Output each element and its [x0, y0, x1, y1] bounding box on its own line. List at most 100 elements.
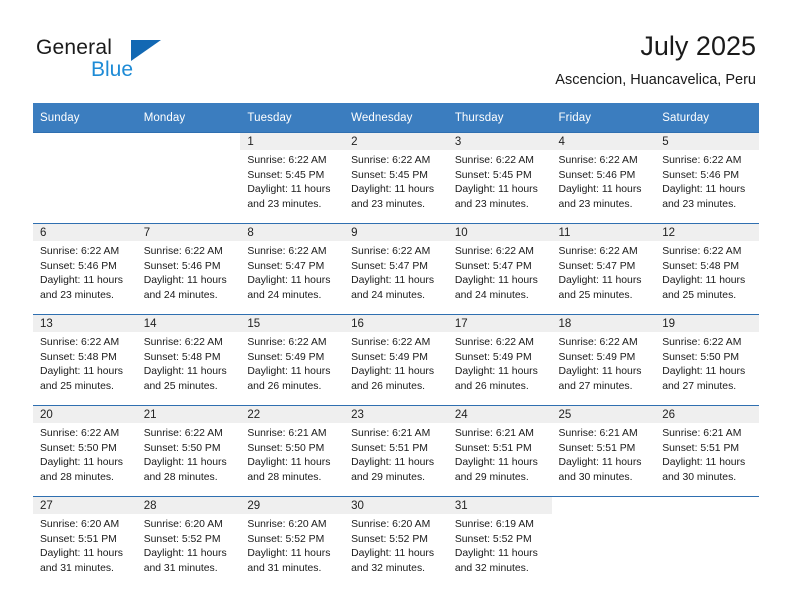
calendar-day-cell[interactable]: 7 Sunrise: 6:22 AM Sunset: 5:46 PM Daylight… — [136, 223, 241, 315]
day-number: 18 — [551, 315, 656, 332]
weekday-header-wednesday: Wednesday — [344, 103, 448, 133]
daylight-duration-line1: Daylight: 11 hours — [40, 366, 123, 378]
calendar-day-cell[interactable]: 6 Sunrise: 6:22 AM Sunset: 5:46 PM Daylight… — [33, 223, 137, 315]
calendar-week-row: 1 Sunrise: 6:22 AM Sunset: 5:45 PM Daylight… — [33, 132, 759, 224]
calendar-day-cell[interactable]: 14 Sunrise: 6:22 AM Sunset: 5:48 PM Dayligh… — [136, 314, 241, 406]
sunset-time: Sunset: 5:45 PM — [247, 169, 325, 181]
daylight-duration-line2: and 26 minutes. — [247, 380, 322, 392]
day-details: Sunrise: 6:21 AM Sunset: 5:51 PM Daylight:… — [448, 423, 552, 485]
weekday-header-tuesday: Tuesday — [240, 103, 345, 133]
calendar-day-cell[interactable]: 9 Sunrise: 6:22 AM Sunset: 5:47 PM Daylight… — [344, 223, 448, 315]
calendar-week-row: 13 Sunrise: 6:22 AM Sunset: 5:48 PM Dayligh… — [33, 314, 759, 406]
day-number: 4 — [551, 133, 656, 150]
calendar-day-cell[interactable]: 28 Sunrise: 6:20 AM Sunset: 5:52 PM Dayligh… — [136, 496, 241, 587]
calendar-day-cell[interactable]: 20 Sunrise: 6:22 AM Sunset: 5:50 PM Dayligh… — [33, 405, 137, 497]
day-number: 11 — [551, 224, 656, 241]
daylight-duration-line1: Daylight: 11 hours — [454, 457, 538, 469]
calendar-day-cell-empty — [136, 132, 241, 224]
day-details: Sunrise: 6:21 AM Sunset: 5:50 PM Daylight:… — [240, 423, 344, 485]
daylight-duration-line2: and 28 minutes. — [40, 471, 114, 483]
day-details: Sunrise: 6:22 AM Sunset: 5:47 PM Daylight:… — [448, 241, 552, 303]
sunset-time: Sunset: 5:49 PM — [558, 351, 636, 363]
calendar-day-cell[interactable]: 30 Sunrise: 6:20 AM Sunset: 5:52 PM Dayligh… — [344, 496, 448, 587]
sunset-time: Sunset: 5:50 PM — [662, 351, 740, 363]
sunrise-time: Sunrise: 6:22 AM — [558, 155, 638, 166]
sunrise-time: Sunrise: 6:21 AM — [558, 428, 638, 439]
sunset-time: Sunset: 5:46 PM — [40, 260, 117, 272]
day-number: 31 — [447, 497, 552, 514]
calendar-day-cell[interactable]: 16 Sunrise: 6:22 AM Sunset: 5:49 PM Dayligh… — [344, 314, 448, 406]
day-number — [33, 133, 137, 150]
daylight-duration-line2: and 25 minutes. — [662, 289, 737, 301]
calendar-day-cell[interactable]: 25 Sunrise: 6:21 AM Sunset: 5:51 PM Dayligh… — [551, 405, 656, 497]
daylight-duration-line1: Daylight: 11 hours — [247, 366, 331, 378]
calendar-day-cell[interactable]: 23 Sunrise: 6:21 AM Sunset: 5:51 PM Dayligh… — [344, 405, 448, 497]
sunset-time: Sunset: 5:47 PM — [247, 260, 325, 272]
sunrise-time: Sunrise: 6:21 AM — [247, 428, 327, 439]
calendar-day-cell[interactable]: 31 Sunrise: 6:19 AM Sunset: 5:52 PM Dayligh… — [447, 496, 552, 587]
sunrise-time: Sunrise: 6:22 AM — [454, 155, 534, 166]
daylight-duration-line2: and 23 minutes. — [662, 198, 737, 210]
calendar-day-cell[interactable]: 8 Sunrise: 6:22 AM Sunset: 5:47 PM Daylight… — [240, 223, 345, 315]
calendar-day-cell[interactable]: 1 Sunrise: 6:22 AM Sunset: 5:45 PM Daylight… — [240, 132, 345, 224]
day-details: Sunrise: 6:22 AM Sunset: 5:47 PM Daylight:… — [344, 241, 448, 303]
day-number: 28 — [136, 497, 241, 514]
calendar-day-cell[interactable]: 11 Sunrise: 6:22 AM Sunset: 5:47 PM Dayligh… — [551, 223, 656, 315]
day-number: 25 — [551, 406, 656, 423]
day-number: 20 — [33, 406, 137, 423]
daylight-duration-line2: and 27 minutes. — [662, 380, 737, 392]
sunrise-time: Sunrise: 6:22 AM — [662, 155, 742, 166]
daylight-duration-line2: and 23 minutes. — [454, 198, 529, 210]
sunset-time: Sunset: 5:52 PM — [143, 533, 221, 545]
daylight-duration-line1: Daylight: 11 hours — [662, 275, 746, 287]
calendar-day-cell[interactable]: 3 Sunrise: 6:22 AM Sunset: 5:45 PM Daylight… — [447, 132, 552, 224]
sunrise-time: Sunrise: 6:20 AM — [143, 519, 223, 530]
sunrise-time: Sunrise: 6:22 AM — [662, 337, 742, 348]
calendar-day-cell[interactable]: 19 Sunrise: 6:22 AM Sunset: 5:50 PM Dayligh… — [655, 314, 759, 406]
calendar-day-cell[interactable]: 5 Sunrise: 6:22 AM Sunset: 5:46 PM Daylight… — [655, 132, 759, 224]
calendar-day-cell[interactable]: 2 Sunrise: 6:22 AM Sunset: 5:45 PM Daylight… — [344, 132, 448, 224]
daylight-duration-line2: and 25 minutes. — [558, 289, 633, 301]
calendar-day-cell[interactable]: 10 Sunrise: 6:22 AM Sunset: 5:47 PM Dayligh… — [447, 223, 552, 315]
sunrise-time: Sunrise: 6:22 AM — [40, 246, 120, 257]
calendar-day-cell[interactable]: 29 Sunrise: 6:20 AM Sunset: 5:52 PM Dayligh… — [240, 496, 345, 587]
calendar-day-cell[interactable]: 21 Sunrise: 6:22 AM Sunset: 5:50 PM Dayligh… — [136, 405, 241, 497]
daylight-duration-line2: and 26 minutes. — [351, 380, 426, 392]
sunset-time: Sunset: 5:46 PM — [662, 169, 740, 181]
daylight-duration-line1: Daylight: 11 hours — [454, 366, 538, 378]
day-details: Sunrise: 6:22 AM Sunset: 5:48 PM Daylight:… — [33, 332, 137, 394]
calendar-day-cell[interactable]: 13 Sunrise: 6:22 AM Sunset: 5:48 PM Dayligh… — [33, 314, 137, 406]
day-details: Sunrise: 6:22 AM Sunset: 5:45 PM Daylight:… — [448, 150, 552, 212]
calendar-day-cell[interactable]: 26 Sunrise: 6:21 AM Sunset: 5:51 PM Dayligh… — [655, 405, 759, 497]
sunrise-time: Sunrise: 6:22 AM — [351, 246, 431, 257]
daylight-duration-line1: Daylight: 11 hours — [662, 184, 746, 196]
calendar-day-cell[interactable]: 22 Sunrise: 6:21 AM Sunset: 5:50 PM Dayligh… — [240, 405, 345, 497]
weekday-header-friday: Friday — [551, 103, 656, 133]
calendar-day-cell[interactable]: 18 Sunrise: 6:22 AM Sunset: 5:49 PM Dayligh… — [551, 314, 656, 406]
sunset-time: Sunset: 5:51 PM — [558, 442, 636, 454]
daylight-duration-line2: and 28 minutes. — [143, 471, 218, 483]
sunrise-time: Sunrise: 6:21 AM — [351, 428, 431, 439]
calendar-day-cell[interactable]: 4 Sunrise: 6:22 AM Sunset: 5:46 PM Daylight… — [551, 132, 656, 224]
calendar-day-cell[interactable]: 17 Sunrise: 6:22 AM Sunset: 5:49 PM Dayligh… — [447, 314, 552, 406]
sunrise-time: Sunrise: 6:22 AM — [454, 246, 534, 257]
daylight-duration-line2: and 23 minutes. — [351, 198, 426, 210]
day-details: Sunrise: 6:20 AM Sunset: 5:52 PM Daylight:… — [240, 514, 344, 576]
day-number: 26 — [655, 406, 759, 423]
calendar-day-cell[interactable]: 27 Sunrise: 6:20 AM Sunset: 5:51 PM Dayligh… — [33, 496, 137, 587]
day-number — [137, 133, 241, 150]
calendar-day-cell[interactable]: 24 Sunrise: 6:21 AM Sunset: 5:51 PM Dayligh… — [447, 405, 552, 497]
calendar-week-row: 6 Sunrise: 6:22 AM Sunset: 5:46 PM Daylight… — [33, 223, 759, 315]
sunrise-time: Sunrise: 6:22 AM — [247, 337, 327, 348]
calendar-day-cell[interactable]: 12 Sunrise: 6:22 AM Sunset: 5:48 PM Dayligh… — [655, 223, 759, 315]
day-details: Sunrise: 6:22 AM Sunset: 5:45 PM Daylight:… — [344, 150, 448, 212]
sunset-time: Sunset: 5:45 PM — [351, 169, 428, 181]
brand-logo[interactable]: General Blue — [36, 36, 216, 84]
sunset-time: Sunset: 5:52 PM — [351, 533, 428, 545]
calendar-day-cell[interactable]: 15 Sunrise: 6:22 AM Sunset: 5:49 PM Dayligh… — [240, 314, 345, 406]
day-details: Sunrise: 6:19 AM Sunset: 5:52 PM Daylight:… — [448, 514, 552, 576]
day-details: Sunrise: 6:22 AM Sunset: 5:47 PM Daylight:… — [552, 241, 656, 303]
day-number: 23 — [344, 406, 448, 423]
sunset-time: Sunset: 5:50 PM — [247, 442, 325, 454]
daylight-duration-line1: Daylight: 11 hours — [454, 548, 538, 560]
